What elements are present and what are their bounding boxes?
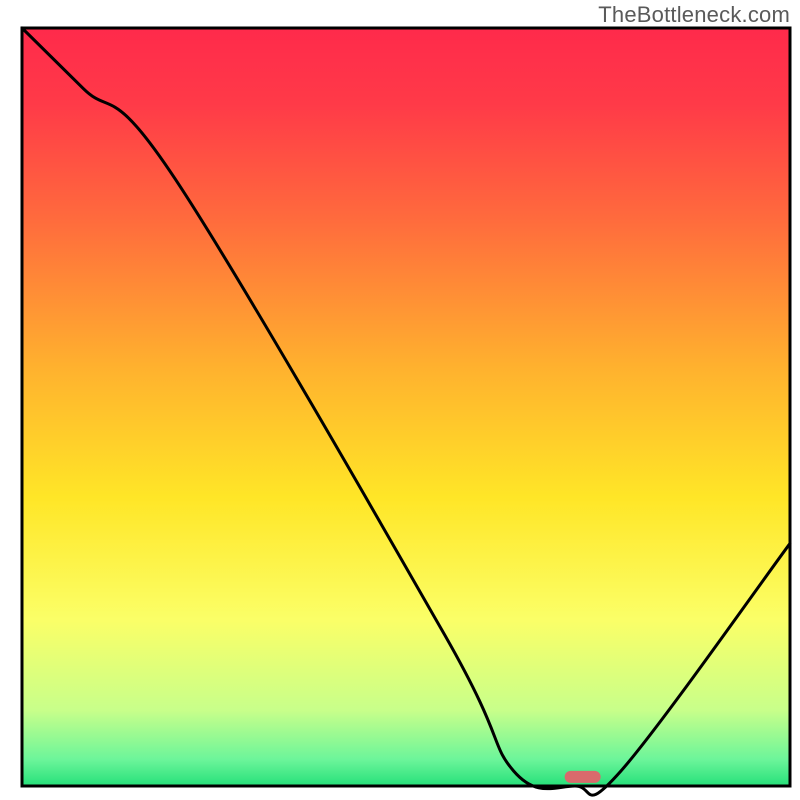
- optimal-marker: [565, 771, 601, 783]
- bottleneck-chart: [0, 0, 800, 800]
- plot-background: [22, 28, 790, 786]
- watermark-text: TheBottleneck.com: [598, 2, 790, 28]
